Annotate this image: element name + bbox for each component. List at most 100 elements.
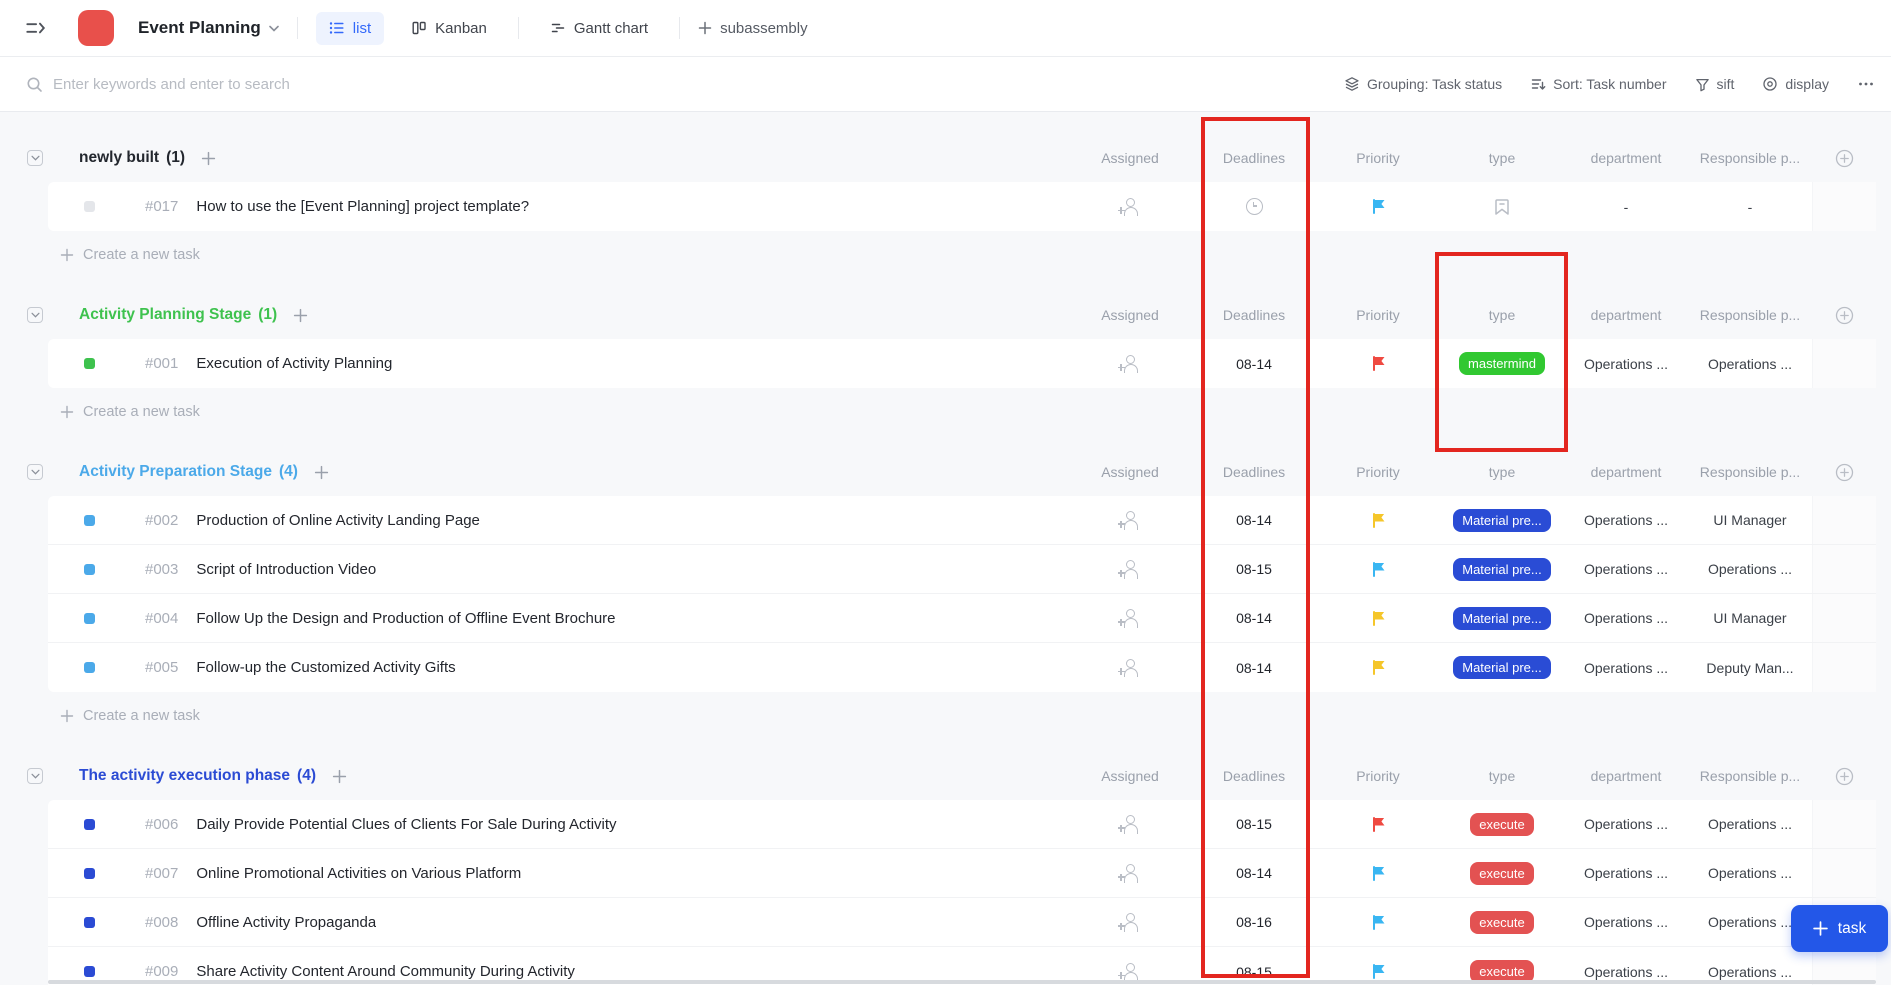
- deadline-cell[interactable]: 08-15: [1192, 964, 1316, 980]
- table-row[interactable]: #005 Follow-up the Customized Activity G…: [48, 643, 1876, 692]
- column-header-assigned[interactable]: Assigned: [1068, 464, 1192, 480]
- priority-flag-icon[interactable]: [1370, 198, 1387, 215]
- task-title[interactable]: Online Promotional Activities on Various…: [196, 865, 521, 882]
- deadline-cell[interactable]: 08-14: [1192, 865, 1316, 881]
- add-task-to-group-icon[interactable]: [332, 769, 347, 784]
- deadline-cell[interactable]: 08-15: [1192, 816, 1316, 832]
- column-header-responsible[interactable]: Responsible p...: [1688, 150, 1812, 166]
- priority-flag-icon[interactable]: [1370, 865, 1387, 882]
- department-cell[interactable]: Operations ...: [1564, 610, 1688, 626]
- task-status-icon[interactable]: [84, 613, 95, 624]
- task-status-icon[interactable]: [84, 868, 95, 879]
- add-column-icon[interactable]: [1835, 463, 1854, 482]
- column-header-priority[interactable]: Priority: [1316, 150, 1440, 166]
- assign-user-icon[interactable]: [1121, 962, 1140, 981]
- column-header-priority[interactable]: Priority: [1316, 307, 1440, 323]
- priority-flag-icon[interactable]: [1370, 512, 1387, 529]
- table-row[interactable]: #004 Follow Up the Design and Production…: [48, 594, 1876, 643]
- assign-user-icon[interactable]: [1121, 197, 1140, 216]
- table-row[interactable]: #003 Script of Introduction Video 08-15 …: [48, 545, 1876, 594]
- column-header-assigned[interactable]: Assigned: [1068, 768, 1192, 784]
- department-cell[interactable]: -: [1564, 199, 1688, 215]
- column-header-assigned[interactable]: Assigned: [1068, 307, 1192, 323]
- task-title[interactable]: Follow-up the Customized Activity Gifts: [196, 659, 455, 676]
- column-header-type[interactable]: type: [1440, 150, 1564, 166]
- task-title[interactable]: Follow Up the Design and Production of O…: [196, 610, 615, 627]
- responsible-cell[interactable]: Operations ...: [1688, 964, 1812, 980]
- responsible-cell[interactable]: UI Manager: [1688, 610, 1812, 626]
- responsible-cell[interactable]: Operations ...: [1688, 816, 1812, 832]
- assign-user-icon[interactable]: [1121, 511, 1140, 530]
- task-title[interactable]: Production of Online Activity Landing Pa…: [196, 512, 480, 529]
- assign-user-icon[interactable]: [1121, 354, 1140, 373]
- task-status-icon[interactable]: [84, 564, 95, 575]
- priority-flag-icon[interactable]: [1370, 963, 1387, 980]
- column-header-department[interactable]: department: [1564, 464, 1688, 480]
- assign-user-icon[interactable]: [1121, 609, 1140, 628]
- responsible-cell[interactable]: Deputy Man...: [1688, 660, 1812, 676]
- column-header-deadlines[interactable]: Deadlines: [1192, 464, 1316, 480]
- group-title[interactable]: Activity Preparation Stage: [79, 463, 272, 481]
- sidebar-toggle-icon[interactable]: [24, 17, 46, 39]
- type-tag[interactable]: mastermind: [1459, 352, 1545, 375]
- grouping-control[interactable]: Grouping: Task status: [1344, 76, 1502, 92]
- type-tag[interactable]: execute: [1470, 862, 1534, 885]
- assign-user-icon[interactable]: [1121, 658, 1140, 677]
- department-cell[interactable]: Operations ...: [1564, 512, 1688, 528]
- deadline-cell[interactable]: 08-14: [1192, 610, 1316, 626]
- column-header-type[interactable]: type: [1440, 768, 1564, 784]
- deadline-cell[interactable]: 08-14: [1192, 356, 1316, 372]
- project-title[interactable]: Event Planning: [138, 18, 261, 38]
- responsible-cell[interactable]: -: [1688, 199, 1812, 215]
- add-task-to-group-icon[interactable]: [293, 308, 308, 323]
- column-header-type[interactable]: type: [1440, 307, 1564, 323]
- search-input[interactable]: [53, 76, 1344, 93]
- department-cell[interactable]: Operations ...: [1564, 561, 1688, 577]
- column-header-deadlines[interactable]: Deadlines: [1192, 768, 1316, 784]
- table-row[interactable]: #008 Offline Activity Propaganda 08-16 e…: [48, 898, 1876, 947]
- collapse-group-icon[interactable]: [27, 464, 43, 480]
- task-status-icon[interactable]: [84, 662, 95, 673]
- table-row[interactable]: #007 Online Promotional Activities on Va…: [48, 849, 1876, 898]
- sort-control[interactable]: Sort: Task number: [1530, 76, 1666, 92]
- collapse-group-icon[interactable]: [27, 768, 43, 784]
- responsible-cell[interactable]: UI Manager: [1688, 512, 1812, 528]
- create-new-task-button[interactable]: Create a new task: [60, 231, 1876, 279]
- deadline-cell[interactable]: 08-16: [1192, 914, 1316, 930]
- column-header-responsible[interactable]: Responsible p...: [1688, 768, 1812, 784]
- assign-user-icon[interactable]: [1121, 815, 1140, 834]
- task-status-icon[interactable]: [84, 966, 95, 977]
- add-column-icon[interactable]: [1835, 767, 1854, 786]
- responsible-cell[interactable]: Operations ...: [1688, 356, 1812, 372]
- task-status-icon[interactable]: [84, 917, 95, 928]
- tab-kanban[interactable]: Kanban: [398, 12, 500, 45]
- group-title[interactable]: newly built: [79, 149, 159, 167]
- add-column-icon[interactable]: [1835, 306, 1854, 325]
- type-tag[interactable]: execute: [1470, 911, 1534, 934]
- column-header-priority[interactable]: Priority: [1316, 768, 1440, 784]
- priority-flag-icon[interactable]: [1370, 610, 1387, 627]
- column-header-responsible[interactable]: Responsible p...: [1688, 307, 1812, 323]
- task-status-icon[interactable]: [84, 515, 95, 526]
- tab-gantt-chart[interactable]: Gantt chart: [537, 12, 661, 45]
- priority-flag-icon[interactable]: [1370, 914, 1387, 931]
- column-header-type[interactable]: type: [1440, 464, 1564, 480]
- tab-list[interactable]: list: [316, 12, 384, 45]
- assign-user-icon[interactable]: [1121, 864, 1140, 883]
- deadline-cell[interactable]: 08-14: [1192, 512, 1316, 528]
- type-tag[interactable]: Material pre...: [1453, 558, 1550, 581]
- column-header-responsible[interactable]: Responsible p...: [1688, 464, 1812, 480]
- type-tag[interactable]: execute: [1470, 813, 1534, 836]
- priority-flag-icon[interactable]: [1370, 561, 1387, 578]
- add-task-to-group-icon[interactable]: [201, 151, 216, 166]
- department-cell[interactable]: Operations ...: [1564, 964, 1688, 980]
- task-title[interactable]: Script of Introduction Video: [196, 561, 376, 578]
- responsible-cell[interactable]: Operations ...: [1688, 865, 1812, 881]
- task-title[interactable]: Offline Activity Propaganda: [196, 914, 376, 931]
- priority-flag-icon[interactable]: [1370, 816, 1387, 833]
- task-status-icon[interactable]: [84, 819, 95, 830]
- type-tag[interactable]: Material pre...: [1453, 509, 1550, 532]
- project-logo[interactable]: [78, 10, 114, 46]
- task-title[interactable]: Share Activity Content Around Community …: [196, 963, 575, 980]
- display-control[interactable]: display: [1762, 76, 1829, 92]
